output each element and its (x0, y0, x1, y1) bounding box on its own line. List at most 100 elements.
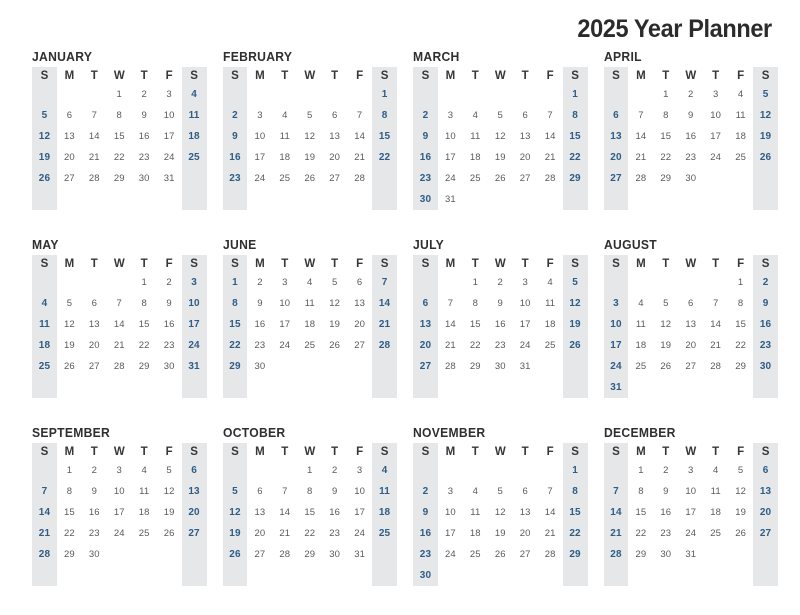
day-cell[interactable]: 25 (297, 335, 322, 356)
day-cell[interactable]: 22 (107, 147, 132, 168)
day-cell[interactable]: 2 (753, 272, 778, 293)
day-cell[interactable]: 15 (107, 126, 132, 147)
day-cell[interactable]: 9 (413, 126, 438, 147)
day-cell[interactable]: 29 (653, 168, 678, 189)
day-cell[interactable]: 28 (438, 356, 463, 377)
day-cell[interactable]: 9 (653, 481, 678, 502)
day-cell[interactable]: 21 (438, 335, 463, 356)
day-cell[interactable]: 13 (322, 126, 347, 147)
day-cell[interactable]: 13 (753, 481, 778, 502)
day-cell[interactable]: 6 (513, 481, 538, 502)
day-cell[interactable]: 8 (372, 105, 397, 126)
day-cell[interactable]: 12 (653, 314, 678, 335)
day-cell[interactable]: 14 (703, 314, 728, 335)
day-cell[interactable]: 26 (57, 356, 82, 377)
day-cell[interactable]: 25 (728, 147, 753, 168)
day-cell[interactable]: 11 (463, 502, 488, 523)
day-cell[interactable]: 4 (297, 272, 322, 293)
day-cell[interactable]: 9 (223, 126, 248, 147)
day-cell[interactable]: 23 (247, 335, 272, 356)
day-cell[interactable]: 15 (463, 314, 488, 335)
day-cell[interactable]: 8 (563, 105, 588, 126)
day-cell[interactable]: 10 (107, 481, 132, 502)
day-cell[interactable]: 18 (628, 335, 653, 356)
day-cell[interactable]: 3 (247, 105, 272, 126)
day-cell[interactable]: 3 (604, 293, 629, 314)
day-cell[interactable]: 17 (513, 314, 538, 335)
day-cell[interactable]: 6 (82, 293, 107, 314)
day-cell[interactable]: 17 (157, 126, 182, 147)
day-cell[interactable]: 5 (488, 481, 513, 502)
day-cell[interactable]: 11 (728, 105, 753, 126)
day-cell[interactable]: 27 (347, 335, 372, 356)
day-cell[interactable]: 27 (57, 168, 82, 189)
day-cell[interactable]: 30 (413, 189, 438, 210)
day-cell[interactable]: 4 (182, 84, 207, 105)
day-cell[interactable]: 20 (322, 147, 347, 168)
day-cell[interactable]: 2 (322, 460, 347, 481)
day-cell[interactable]: 30 (247, 356, 272, 377)
day-cell[interactable]: 3 (678, 460, 703, 481)
day-cell[interactable]: 19 (563, 314, 588, 335)
day-cell[interactable]: 20 (513, 523, 538, 544)
day-cell[interactable]: 14 (538, 126, 563, 147)
day-cell[interactable]: 8 (563, 481, 588, 502)
day-cell[interactable]: 14 (272, 502, 297, 523)
day-cell[interactable]: 7 (107, 293, 132, 314)
day-cell[interactable]: 7 (438, 293, 463, 314)
day-cell[interactable]: 24 (678, 523, 703, 544)
day-cell[interactable]: 7 (538, 105, 563, 126)
day-cell[interactable]: 11 (538, 293, 563, 314)
day-cell[interactable]: 5 (223, 481, 248, 502)
day-cell[interactable]: 25 (132, 523, 157, 544)
day-cell[interactable]: 28 (272, 544, 297, 565)
day-cell[interactable]: 29 (728, 356, 753, 377)
day-cell[interactable]: 6 (678, 293, 703, 314)
day-cell[interactable]: 25 (463, 544, 488, 565)
day-cell[interactable]: 4 (728, 84, 753, 105)
day-cell[interactable]: 3 (272, 272, 297, 293)
day-cell[interactable]: 30 (82, 544, 107, 565)
day-cell[interactable]: 12 (32, 126, 57, 147)
day-cell[interactable]: 21 (628, 147, 653, 168)
day-cell[interactable]: 31 (347, 544, 372, 565)
day-cell[interactable]: 4 (538, 272, 563, 293)
day-cell[interactable]: 16 (488, 314, 513, 335)
day-cell[interactable]: 19 (32, 147, 57, 168)
day-cell[interactable]: 24 (247, 168, 272, 189)
day-cell[interactable]: 6 (322, 105, 347, 126)
day-cell[interactable]: 24 (513, 335, 538, 356)
day-cell[interactable]: 17 (438, 147, 463, 168)
day-cell[interactable]: 10 (157, 105, 182, 126)
day-cell[interactable]: 15 (563, 126, 588, 147)
day-cell[interactable]: 7 (347, 105, 372, 126)
day-cell[interactable]: 8 (728, 293, 753, 314)
day-cell[interactable]: 11 (272, 126, 297, 147)
day-cell[interactable]: 27 (247, 544, 272, 565)
day-cell[interactable]: 1 (653, 84, 678, 105)
day-cell[interactable]: 6 (347, 272, 372, 293)
day-cell[interactable]: 4 (32, 293, 57, 314)
day-cell[interactable]: 13 (182, 481, 207, 502)
day-cell[interactable]: 18 (132, 502, 157, 523)
day-cell[interactable]: 27 (678, 356, 703, 377)
day-cell[interactable]: 12 (563, 293, 588, 314)
day-cell[interactable]: 29 (628, 544, 653, 565)
day-cell[interactable]: 17 (272, 314, 297, 335)
day-cell[interactable]: 3 (107, 460, 132, 481)
day-cell[interactable]: 29 (132, 356, 157, 377)
day-cell[interactable]: 6 (413, 293, 438, 314)
day-cell[interactable]: 23 (653, 523, 678, 544)
day-cell[interactable]: 27 (513, 168, 538, 189)
day-cell[interactable]: 22 (463, 335, 488, 356)
day-cell[interactable]: 25 (628, 356, 653, 377)
day-cell[interactable]: 23 (413, 168, 438, 189)
day-cell[interactable]: 24 (107, 523, 132, 544)
day-cell[interactable]: 11 (703, 481, 728, 502)
day-cell[interactable]: 14 (347, 126, 372, 147)
day-cell[interactable]: 8 (297, 481, 322, 502)
day-cell[interactable]: 23 (157, 335, 182, 356)
day-cell[interactable]: 2 (247, 272, 272, 293)
day-cell[interactable]: 30 (322, 544, 347, 565)
day-cell[interactable]: 26 (563, 335, 588, 356)
